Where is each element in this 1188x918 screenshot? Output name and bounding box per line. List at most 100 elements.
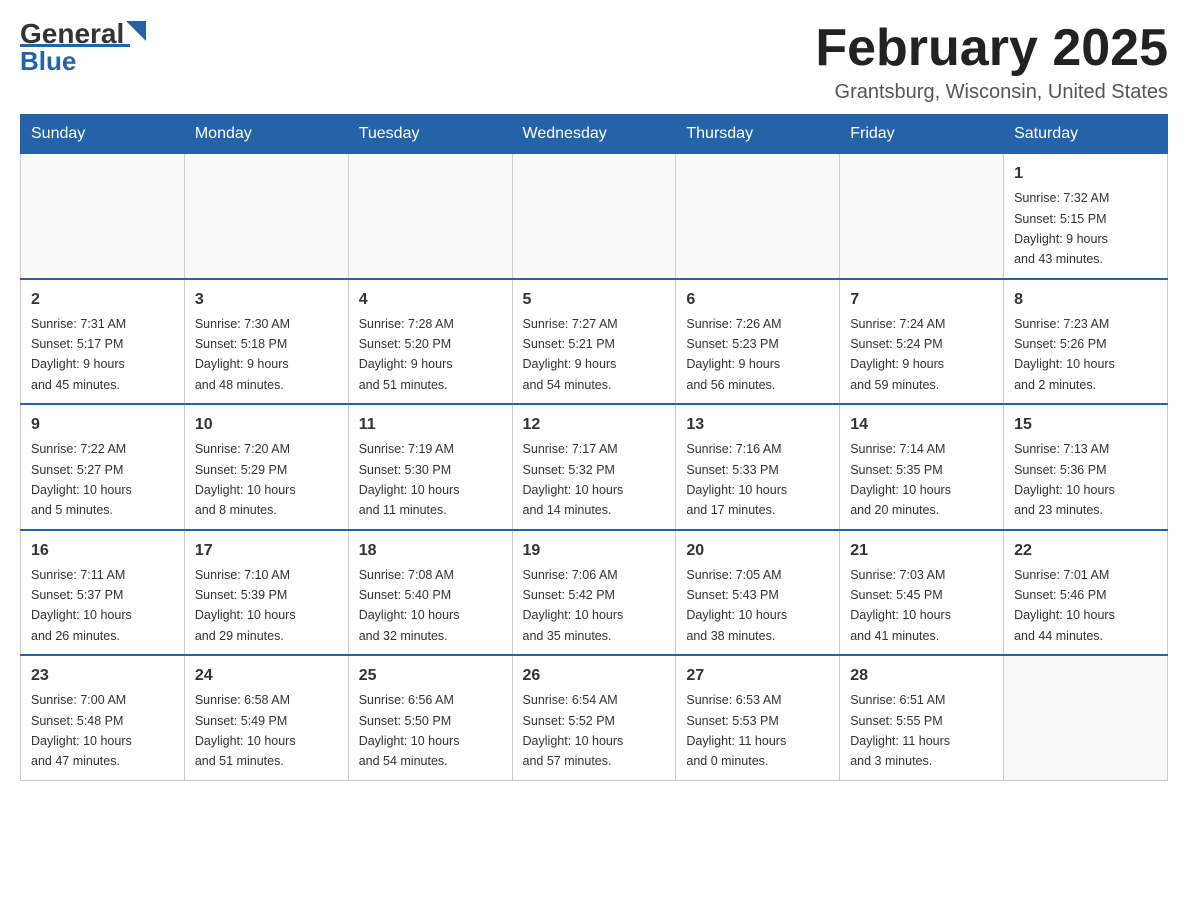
day-info: Sunrise: 7:24 AMSunset: 5:24 PMDaylight:… (850, 317, 945, 392)
day-info: Sunrise: 7:14 AMSunset: 5:35 PMDaylight:… (850, 442, 951, 517)
calendar-cell: 17Sunrise: 7:10 AMSunset: 5:39 PMDayligh… (184, 530, 348, 656)
calendar-cell: 10 Sunrise: 7:20 AMSunset: 5:29 PMDayligh… (184, 404, 348, 530)
weekday-header-thursday: Thursday (676, 115, 840, 154)
page-header: General Blue February 2025 Grantsburg, W… (20, 20, 1168, 104)
day-number: 17 (195, 539, 338, 563)
calendar-cell: 16 Sunrise: 7:11 AMSunset: 5:37 PMDayligh… (21, 530, 185, 656)
week-row-3: 9 Sunrise: 7:22 AMSunset: 5:27 PMDaylight… (21, 404, 1168, 530)
day-info: Sunrise: 7:31 AMSunset: 5:17 PMDaylight:… (31, 317, 126, 392)
day-number: 2 (31, 288, 174, 312)
calendar-cell: 2 Sunrise: 7:31 AMSunset: 5:17 PMDaylight… (21, 279, 185, 405)
day-info: Sunrise: 7:30 AMSunset: 5:18 PMDaylight:… (195, 317, 290, 392)
day-number: 24 (195, 664, 338, 688)
calendar-cell: 27 Sunrise: 6:53 AMSunset: 5:53 PMDayligh… (676, 655, 840, 780)
logo-arrow-icon (126, 21, 146, 41)
page-title: February 2025 (815, 20, 1168, 77)
calendar-cell (676, 154, 840, 279)
day-info: Sunrise: 7:17 AMSunset: 5:32 PMDaylight:… (523, 442, 624, 517)
calendar-cell (184, 154, 348, 279)
day-info: Sunrise: 6:54 AMSunset: 5:52 PMDaylight:… (523, 693, 624, 768)
calendar-cell: 5 Sunrise: 7:27 AMSunset: 5:21 PMDaylight… (512, 279, 676, 405)
calendar-cell: 11 Sunrise: 7:19 AMSunset: 5:30 PMDayligh… (348, 404, 512, 530)
day-number: 14 (850, 413, 993, 437)
page-subtitle: Grantsburg, Wisconsin, United States (815, 81, 1168, 104)
day-info: Sunrise: 7:32 AMSunset: 5:15 PMDaylight:… (1014, 191, 1109, 266)
day-info: Sunrise: 7:00 AMSunset: 5:48 PMDaylight:… (31, 693, 132, 768)
week-row-5: 23Sunrise: 7:00 AMSunset: 5:48 PMDayligh… (21, 655, 1168, 780)
title-block: February 2025 Grantsburg, Wisconsin, Uni… (815, 20, 1168, 104)
day-info: Sunrise: 7:08 AMSunset: 5:40 PMDaylight:… (359, 568, 460, 643)
calendar-cell: 13 Sunrise: 7:16 AMSunset: 5:33 PMDayligh… (676, 404, 840, 530)
day-number: 18 (359, 539, 502, 563)
calendar-cell (21, 154, 185, 279)
day-number: 6 (686, 288, 829, 312)
day-number: 9 (31, 413, 174, 437)
day-info: Sunrise: 6:53 AMSunset: 5:53 PMDaylight:… (686, 693, 786, 768)
day-info: Sunrise: 7:19 AMSunset: 5:30 PMDaylight:… (359, 442, 460, 517)
day-number: 16 (31, 539, 174, 563)
day-info: Sunrise: 7:23 AMSunset: 5:26 PMDaylight:… (1014, 317, 1115, 392)
day-info: Sunrise: 7:05 AMSunset: 5:43 PMDaylight:… (686, 568, 787, 643)
day-info: Sunrise: 6:51 AMSunset: 5:55 PMDaylight:… (850, 693, 950, 768)
day-number: 1 (1014, 162, 1157, 186)
weekday-header-monday: Monday (184, 115, 348, 154)
calendar-cell: 15Sunrise: 7:13 AMSunset: 5:36 PMDayligh… (1004, 404, 1168, 530)
weekday-header-sunday: Sunday (21, 115, 185, 154)
day-info: Sunrise: 7:28 AMSunset: 5:20 PMDaylight:… (359, 317, 454, 392)
day-number: 3 (195, 288, 338, 312)
calendar-table: SundayMondayTuesdayWednesdayThursdayFrid… (20, 114, 1168, 781)
day-info: Sunrise: 6:56 AMSunset: 5:50 PMDaylight:… (359, 693, 460, 768)
day-number: 10 (195, 413, 338, 437)
calendar-cell: 20 Sunrise: 7:05 AMSunset: 5:43 PMDayligh… (676, 530, 840, 656)
day-number: 25 (359, 664, 502, 688)
weekday-header-tuesday: Tuesday (348, 115, 512, 154)
day-info: Sunrise: 6:58 AMSunset: 5:49 PMDaylight:… (195, 693, 296, 768)
day-info: Sunrise: 7:22 AMSunset: 5:27 PMDaylight:… (31, 442, 132, 517)
calendar-body: 1 Sunrise: 7:32 AMSunset: 5:15 PMDaylight… (21, 154, 1168, 781)
day-number: 28 (850, 664, 993, 688)
weekday-header-wednesday: Wednesday (512, 115, 676, 154)
day-info: Sunrise: 7:20 AMSunset: 5:29 PMDaylight:… (195, 442, 296, 517)
calendar-cell (840, 154, 1004, 279)
day-number: 27 (686, 664, 829, 688)
calendar-cell: 1 Sunrise: 7:32 AMSunset: 5:15 PMDaylight… (1004, 154, 1168, 279)
day-number: 19 (523, 539, 666, 563)
day-info: Sunrise: 7:11 AMSunset: 5:37 PMDaylight:… (31, 568, 132, 643)
weekday-header-saturday: Saturday (1004, 115, 1168, 154)
week-row-4: 16 Sunrise: 7:11 AMSunset: 5:37 PMDayligh… (21, 530, 1168, 656)
day-number: 20 (686, 539, 829, 563)
calendar-cell: 12 Sunrise: 7:17 AMSunset: 5:32 PMDayligh… (512, 404, 676, 530)
day-number: 11 (359, 413, 502, 437)
day-number: 22 (1014, 539, 1157, 563)
calendar-cell: 23Sunrise: 7:00 AMSunset: 5:48 PMDayligh… (21, 655, 185, 780)
calendar-cell: 9 Sunrise: 7:22 AMSunset: 5:27 PMDaylight… (21, 404, 185, 530)
day-number: 26 (523, 664, 666, 688)
day-info: Sunrise: 7:03 AMSunset: 5:45 PMDaylight:… (850, 568, 951, 643)
day-number: 8 (1014, 288, 1157, 312)
calendar-cell: 28 Sunrise: 6:51 AMSunset: 5:55 PMDayligh… (840, 655, 1004, 780)
logo: General Blue (20, 20, 147, 74)
day-number: 5 (523, 288, 666, 312)
weekday-header-row: SundayMondayTuesdayWednesdayThursdayFrid… (21, 115, 1168, 154)
calendar-cell: 7Sunrise: 7:24 AMSunset: 5:24 PMDaylight… (840, 279, 1004, 405)
day-info: Sunrise: 7:16 AMSunset: 5:33 PMDaylight:… (686, 442, 787, 517)
calendar-cell (348, 154, 512, 279)
week-row-2: 2 Sunrise: 7:31 AMSunset: 5:17 PMDaylight… (21, 279, 1168, 405)
calendar-cell: 3 Sunrise: 7:30 AMSunset: 5:18 PMDaylight… (184, 279, 348, 405)
day-number: 4 (359, 288, 502, 312)
day-number: 12 (523, 413, 666, 437)
calendar-cell: 26 Sunrise: 6:54 AMSunset: 5:52 PMDayligh… (512, 655, 676, 780)
calendar-cell (1004, 655, 1168, 780)
calendar-cell: 14 Sunrise: 7:14 AMSunset: 5:35 PMDayligh… (840, 404, 1004, 530)
day-info: Sunrise: 7:06 AMSunset: 5:42 PMDaylight:… (523, 568, 624, 643)
day-info: Sunrise: 7:01 AMSunset: 5:46 PMDaylight:… (1014, 568, 1115, 643)
day-info: Sunrise: 7:27 AMSunset: 5:21 PMDaylight:… (523, 317, 618, 392)
day-number: 21 (850, 539, 993, 563)
calendar-cell: 24 Sunrise: 6:58 AMSunset: 5:49 PMDayligh… (184, 655, 348, 780)
calendar-cell: 21 Sunrise: 7:03 AMSunset: 5:45 PMDayligh… (840, 530, 1004, 656)
calendar-cell: 19 Sunrise: 7:06 AMSunset: 5:42 PMDayligh… (512, 530, 676, 656)
calendar-cell: 6Sunrise: 7:26 AMSunset: 5:23 PMDaylight… (676, 279, 840, 405)
day-number: 13 (686, 413, 829, 437)
week-row-1: 1 Sunrise: 7:32 AMSunset: 5:15 PMDaylight… (21, 154, 1168, 279)
weekday-header-friday: Friday (840, 115, 1004, 154)
